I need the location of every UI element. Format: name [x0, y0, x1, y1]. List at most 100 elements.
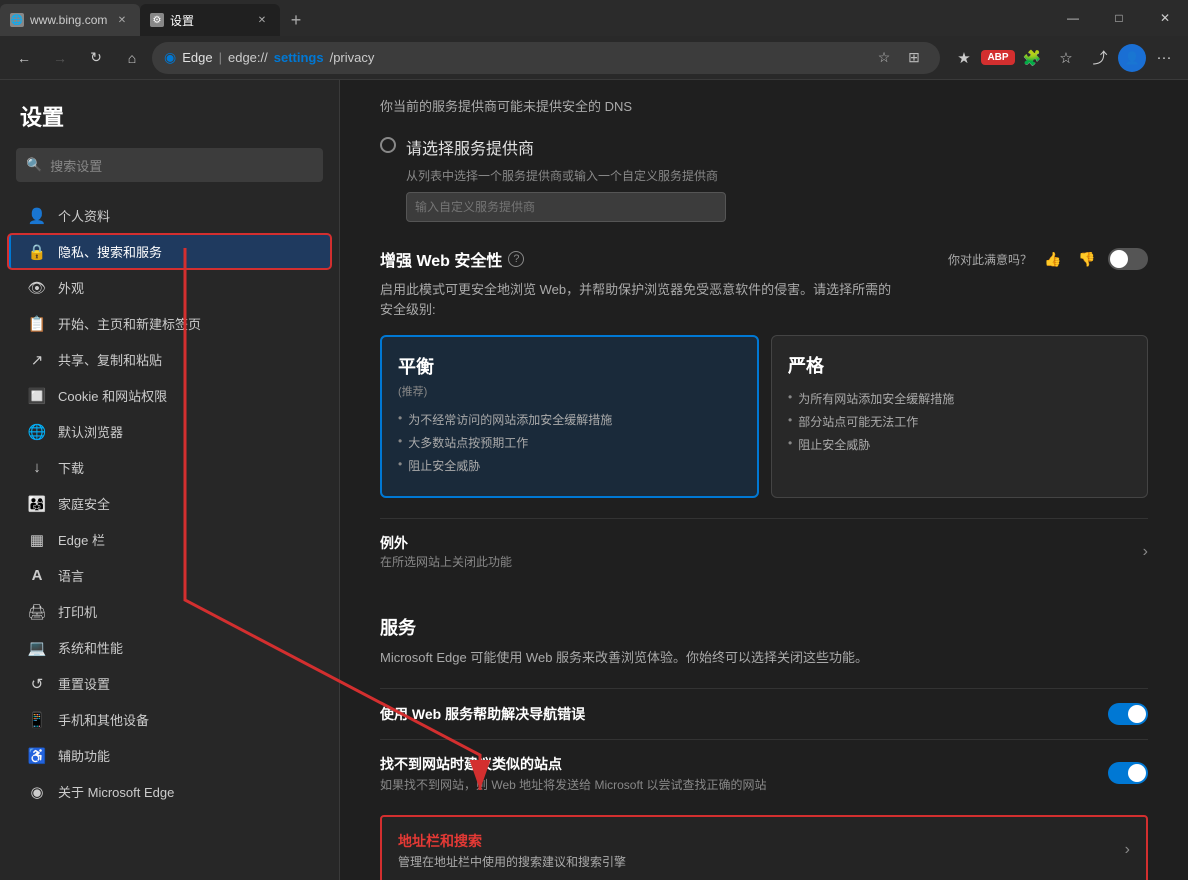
web-security-header: 增强 Web 安全性 ? 你对此满意吗？ 👍 👎	[380, 246, 1148, 272]
address-bar-icons: ☆ ⊞	[870, 44, 928, 72]
star-icon[interactable]: ☆	[870, 44, 898, 72]
service-suggest-sites-desc: 如果找不到网站，则 Web 地址将发送给 Microsoft 以尝试查找正确的网…	[380, 776, 1108, 793]
provider-radio[interactable]	[380, 137, 396, 153]
security-card-balanced[interactable]: 平衡 (推荐) 为不经常访问的网站添加安全缓解措施 大多数站点按预期工作 阻止安…	[380, 335, 759, 498]
address-suffix: /privacy	[330, 50, 375, 65]
minimize-button[interactable]: —	[1050, 0, 1096, 36]
service-address-bar-desc: 管理在地址栏中使用的搜索建议和搜索引擎	[398, 853, 1125, 870]
sidebar-item-printer-label: 打印机	[58, 602, 97, 621]
star-toolbar-icon[interactable]: ★	[948, 42, 980, 74]
about-icon: ◉	[28, 783, 46, 801]
family-icon: 👨‍👩‍👧	[28, 495, 46, 513]
search-placeholder: 搜索设置	[50, 156, 102, 175]
thumbs-down-button[interactable]: 👎	[1074, 246, 1100, 272]
new-tab-button[interactable]: +	[280, 4, 312, 36]
extensions-icon[interactable]: 🧩	[1016, 42, 1048, 74]
sidebar-item-download[interactable]: ↓ 下载	[8, 450, 331, 485]
provider-input[interactable]	[406, 192, 726, 222]
accessibility-icon: ♿	[28, 747, 46, 765]
home-button[interactable]: ⌂	[116, 42, 148, 74]
tab-area: 🌐 www.bing.com ✕ ⚙ 设置 ✕ +	[0, 0, 1050, 36]
strict-card-features: 为所有网站添加安全缓解措施 部分站点可能无法工作 阻止安全威胁	[788, 390, 1131, 453]
sidebar-item-cookies[interactable]: 🔲 Cookie 和网站权限	[8, 378, 331, 413]
profile-icon: 👤	[28, 207, 46, 225]
service-address-bar-search[interactable]: 地址栏和搜索 管理在地址栏中使用的搜索建议和搜索引擎 ›	[380, 815, 1148, 880]
security-card-strict[interactable]: 严格 为所有网站添加安全缓解措施 部分站点可能无法工作 阻止安全威胁	[771, 335, 1148, 498]
sidebar-item-appearance-label: 外观	[58, 278, 84, 297]
web-security-info-icon[interactable]: ?	[508, 251, 524, 267]
sidebar-item-start-label: 开始、主页和新建标签页	[58, 314, 201, 333]
sidebar-item-accessibility[interactable]: ♿ 辅助功能	[8, 738, 331, 773]
sidebar-item-start[interactable]: 📋 开始、主页和新建标签页	[8, 306, 331, 341]
balanced-feature-3: 阻止安全威胁	[398, 457, 741, 474]
address-bar[interactable]: ◉ Edge | edge://settings/privacy ☆ ⊞	[152, 42, 940, 74]
balanced-card-subtitle: (推荐)	[398, 383, 741, 399]
privacy-icon: 🔒	[28, 243, 46, 261]
favorites-icon[interactable]: ☆	[1050, 42, 1082, 74]
sidebar-item-edge-bar[interactable]: ▦ Edge 栏	[8, 522, 331, 557]
more-button[interactable]: ···	[1148, 42, 1180, 74]
sidebar-item-language-label: 语言	[58, 566, 84, 585]
balanced-feature-2: 大多数站点按预期工作	[398, 434, 741, 451]
service-nav-error-toggle[interactable]	[1108, 703, 1148, 725]
sidebar-item-mobile[interactable]: 📱 手机和其他设备	[8, 702, 331, 737]
maximize-button[interactable]: □	[1096, 0, 1142, 36]
exception-info: 例外 在所选网站上关闭此功能	[380, 533, 512, 570]
close-button[interactable]: ✕	[1142, 0, 1188, 36]
toolbar-icons: ★ ABP 🧩 ☆ ⤴ 👤 ···	[948, 42, 1180, 74]
tab-settings-favicon: ⚙	[150, 13, 164, 27]
language-icon: A	[28, 567, 46, 585]
service-address-bar-info: 地址栏和搜索 管理在地址栏中使用的搜索建议和搜索引擎	[398, 831, 1125, 870]
address-prefix: edge://	[228, 50, 268, 65]
thumbs-up-button[interactable]: 👍	[1040, 246, 1066, 272]
tab-bing-close[interactable]: ✕	[114, 12, 130, 28]
sidebar-item-reset[interactable]: ↺ 重置设置	[8, 666, 331, 701]
abp-button[interactable]: ABP	[981, 50, 1014, 65]
sidebar-item-appearance[interactable]: 👁 外观	[8, 270, 331, 305]
sidebar-item-cookies-label: Cookie 和网站权限	[58, 386, 167, 405]
sidebar-item-system[interactable]: 💻 系统和性能	[8, 630, 331, 665]
strict-feature-3: 阻止安全威胁	[788, 436, 1131, 453]
dns-notice: 你当前的服务提供商可能未提供安全的 DNS	[380, 80, 1148, 135]
sidebar-item-privacy[interactable]: 🔒 隐私、搜索和服务	[8, 234, 331, 269]
sidebar-item-printer[interactable]: 🖨 打印机	[8, 594, 331, 629]
refresh-button[interactable]: ↻	[80, 42, 112, 74]
forward-button[interactable]: →	[44, 42, 76, 74]
web-security-desc: 启用此模式可更安全地浏览 Web，并帮助保护浏览器免受恶意软件的侵害。请选择所需…	[380, 280, 1148, 319]
tab-settings-close[interactable]: ✕	[254, 12, 270, 28]
profile-avatar[interactable]: 👤	[1118, 44, 1146, 72]
provider-label: 请选择服务提供商	[406, 135, 534, 159]
address-bar-chevron: ›	[1125, 841, 1130, 859]
service-suggest-sites-toggle[interactable]	[1108, 762, 1148, 784]
sidebar-item-profile[interactable]: 👤 个人资料	[8, 198, 331, 233]
balanced-card-title: 平衡	[398, 353, 741, 379]
share-icon[interactable]: ⤴	[1084, 42, 1116, 74]
web-security-title: 增强 Web 安全性	[380, 247, 502, 271]
window-controls: — □ ✕	[1050, 0, 1188, 36]
system-icon: 💻	[28, 639, 46, 657]
sidebar-item-system-label: 系统和性能	[58, 638, 123, 657]
title-bar: 🌐 www.bing.com ✕ ⚙ 设置 ✕ + — □ ✕	[0, 0, 1188, 36]
appearance-icon: 👁	[28, 279, 46, 297]
tab-settings[interactable]: ⚙ 设置 ✕	[140, 4, 280, 36]
sidebar-item-language[interactable]: A 语言	[8, 558, 331, 593]
tab-bing[interactable]: 🌐 www.bing.com ✕	[0, 4, 140, 36]
exception-row[interactable]: 例外 在所选网站上关闭此功能 ›	[380, 518, 1148, 584]
service-nav-error-name: 使用 Web 服务帮助解决导航错误	[380, 704, 1108, 724]
toggle-knob-1	[1128, 705, 1146, 723]
exception-desc: 在所选网站上关闭此功能	[380, 553, 512, 570]
provider-desc: 从列表中选择一个服务提供商或输入一个自定义服务提供商	[406, 167, 1148, 184]
content-area: 你当前的服务提供商可能未提供安全的 DNS 请选择服务提供商 从列表中选择一个服…	[340, 80, 1188, 880]
settings-search[interactable]: 🔍 搜索设置	[16, 148, 323, 182]
web-security-toggle[interactable]	[1108, 248, 1148, 270]
sidebar-item-about[interactable]: ◉ 关于 Microsoft Edge	[8, 774, 331, 809]
collections-icon[interactable]: ⊞	[900, 44, 928, 72]
sidebar-item-browser[interactable]: 🌐 默认浏览器	[8, 414, 331, 449]
back-button[interactable]: ←	[8, 42, 40, 74]
abp-icon[interactable]: ABP	[982, 42, 1014, 74]
edge-bar-icon: ▦	[28, 531, 46, 549]
sidebar-item-family[interactable]: 👨‍👩‍👧 家庭安全	[8, 486, 331, 521]
sidebar-item-share[interactable]: ↗ 共享、复制和粘贴	[8, 342, 331, 377]
service-suggest-sites-info: 找不到网站时建议类似的站点 如果找不到网站，则 Web 地址将发送给 Micro…	[380, 754, 1108, 793]
sidebar-item-accessibility-label: 辅助功能	[58, 746, 110, 765]
